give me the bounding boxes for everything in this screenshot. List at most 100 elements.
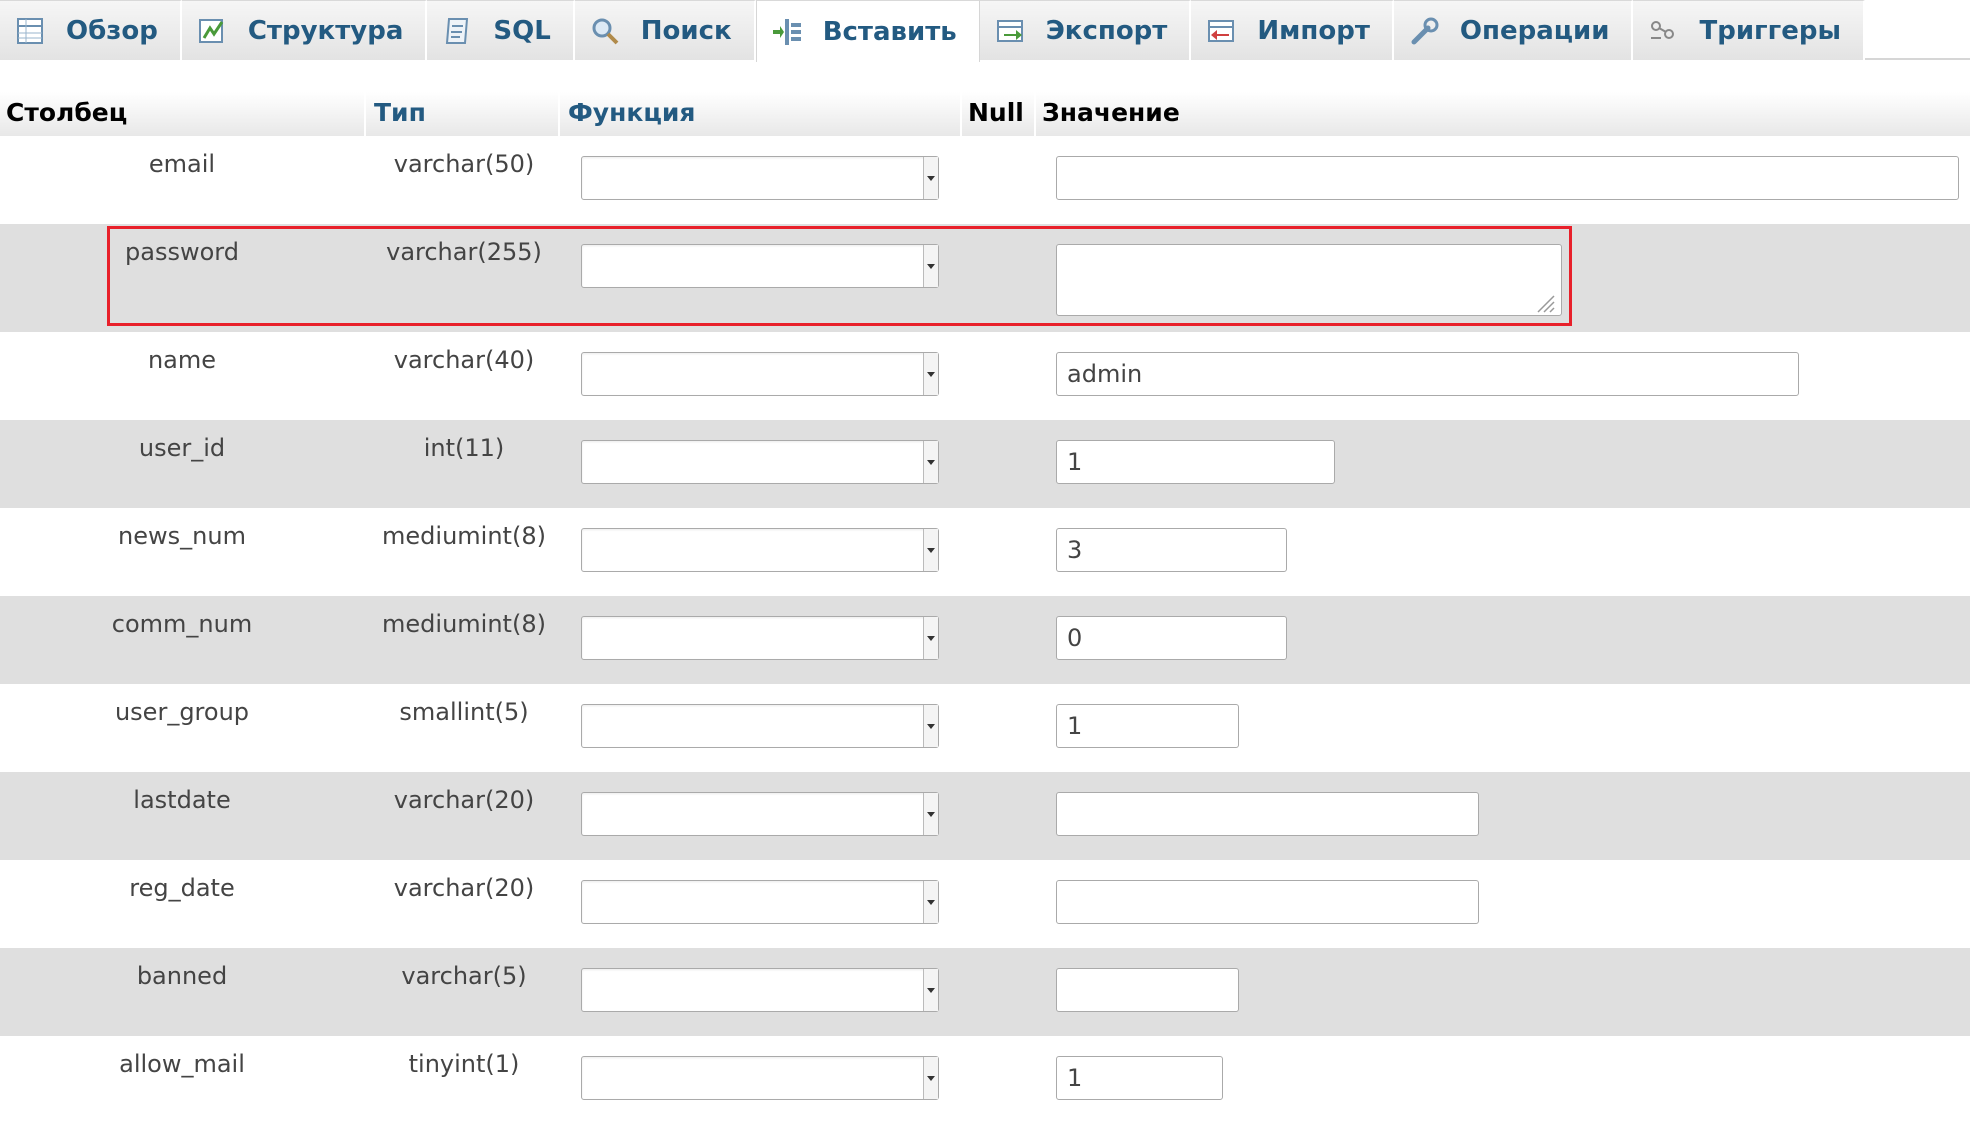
- table-row: name varchar(40) admin: [0, 332, 1970, 420]
- tab-label: Обзор: [66, 15, 158, 46]
- header-value: Значение: [1042, 98, 1180, 127]
- chevron-down-icon: [923, 969, 938, 1011]
- column-name: news_num: [118, 522, 246, 550]
- column-name: comm_num: [111, 610, 253, 638]
- function-select[interactable]: [581, 352, 939, 396]
- column-type: varchar(50): [393, 150, 535, 178]
- operations-icon: [1408, 16, 1442, 46]
- value-input[interactable]: [1056, 880, 1479, 924]
- tab-export[interactable]: Экспорт: [979, 0, 1192, 60]
- tab-label: Поиск: [640, 15, 732, 46]
- import-icon: [1205, 16, 1239, 46]
- column-name: lastdate: [133, 786, 231, 814]
- chevron-down-icon: [923, 157, 938, 199]
- chevron-down-icon: [923, 1057, 938, 1099]
- header-null: Null: [968, 98, 1024, 127]
- function-select[interactable]: [581, 1056, 939, 1100]
- column-type: smallint(5): [399, 698, 529, 726]
- tab-operations[interactable]: Операции: [1393, 0, 1634, 60]
- value-input[interactable]: admin: [1056, 352, 1799, 396]
- table-row: email varchar(50): [0, 136, 1970, 224]
- tab-structure[interactable]: Структура: [181, 0, 428, 60]
- column-name: allow_mail: [119, 1050, 245, 1078]
- table-row: comm_num mediumint(8) 0: [0, 596, 1970, 684]
- function-select[interactable]: [581, 528, 939, 572]
- chevron-down-icon: [923, 529, 938, 571]
- table-row: lastdate varchar(20): [0, 772, 1970, 860]
- value-input[interactable]: 1: [1056, 440, 1335, 484]
- column-type: int(11): [423, 434, 505, 462]
- chevron-down-icon: [923, 793, 938, 835]
- value-input[interactable]: 3: [1056, 528, 1287, 572]
- column-name: user_id: [138, 434, 226, 462]
- column-type: varchar(20): [393, 786, 535, 814]
- column-type: varchar(255): [386, 238, 542, 266]
- tab-bar: Обзор Структура SQL Поиск Вставить Экспо…: [0, 0, 1970, 62]
- function-select[interactable]: [581, 440, 939, 484]
- header-column: Столбец: [6, 98, 128, 127]
- tab-search[interactable]: Поиск: [574, 0, 756, 60]
- column-name: password: [125, 238, 239, 266]
- table-row: reg_date varchar(20): [0, 860, 1970, 948]
- value-input[interactable]: 0: [1056, 616, 1287, 660]
- tab-label: Вставить: [822, 16, 957, 47]
- chevron-down-icon: [923, 353, 938, 395]
- search-icon: [589, 16, 623, 46]
- value-input[interactable]: [1056, 968, 1239, 1012]
- function-select[interactable]: [581, 792, 939, 836]
- tab-label: Импорт: [1257, 15, 1370, 46]
- value-input[interactable]: [1056, 792, 1479, 836]
- chevron-down-icon: [923, 245, 938, 287]
- table-row: user_group smallint(5) 1: [0, 684, 1970, 772]
- table-row: banned varchar(5): [0, 948, 1970, 1036]
- tab-label: SQL: [493, 15, 551, 46]
- chevron-down-icon: [923, 705, 938, 747]
- resize-grip-icon[interactable]: [1532, 290, 1556, 314]
- function-select[interactable]: [581, 156, 939, 200]
- value-textarea[interactable]: [1056, 244, 1562, 316]
- tab-label: Триггеры: [1699, 15, 1841, 46]
- table-row: user_id int(11) 1: [0, 420, 1970, 508]
- column-type: varchar(20): [393, 874, 535, 902]
- chevron-down-icon: [923, 441, 938, 483]
- function-select[interactable]: [581, 704, 939, 748]
- column-name: banned: [136, 962, 228, 990]
- column-type: mediumint(8): [382, 522, 546, 550]
- function-select[interactable]: [581, 968, 939, 1012]
- tab-triggers[interactable]: Триггеры: [1633, 0, 1865, 60]
- table-row: news_num mediumint(8) 3: [0, 508, 1970, 596]
- chevron-down-icon: [923, 881, 938, 923]
- tab-insert[interactable]: Вставить: [755, 0, 980, 62]
- structure-icon: [196, 16, 230, 46]
- column-type: tinyint(1): [408, 1050, 520, 1078]
- value-input[interactable]: [1056, 156, 1959, 200]
- insert-icon: [771, 17, 805, 47]
- column-name: reg_date: [129, 874, 235, 902]
- function-select[interactable]: [581, 244, 939, 288]
- function-select[interactable]: [581, 616, 939, 660]
- value-input[interactable]: 1: [1056, 1056, 1223, 1100]
- tab-label: Операции: [1459, 15, 1610, 46]
- insert-form-table: Столбец Тип Функция Null Значение email …: [0, 92, 1970, 1124]
- header-function[interactable]: Функция: [568, 98, 695, 127]
- column-type: varchar(40): [393, 346, 535, 374]
- triggers-icon: [1647, 16, 1681, 46]
- tab-browse[interactable]: Обзор: [0, 0, 182, 60]
- sql-icon: [441, 16, 475, 46]
- table-header: Столбец Тип Функция Null Значение: [0, 92, 1970, 136]
- chevron-down-icon: [923, 617, 938, 659]
- table-row: password varchar(255): [0, 224, 1970, 332]
- tab-label: Структура: [247, 15, 404, 46]
- column-type: varchar(5): [401, 962, 527, 990]
- column-type: mediumint(8): [382, 610, 546, 638]
- value-input[interactable]: 1: [1056, 704, 1239, 748]
- browse-icon: [14, 16, 48, 46]
- table-row: allow_mail tinyint(1) 1: [0, 1036, 1970, 1124]
- tab-import[interactable]: Импорт: [1191, 0, 1394, 60]
- tab-label: Экспорт: [1045, 15, 1168, 46]
- column-name: email: [148, 150, 216, 178]
- tab-sql[interactable]: SQL: [427, 0, 575, 60]
- function-select[interactable]: [581, 880, 939, 924]
- export-icon: [994, 16, 1028, 46]
- header-type[interactable]: Тип: [374, 98, 426, 127]
